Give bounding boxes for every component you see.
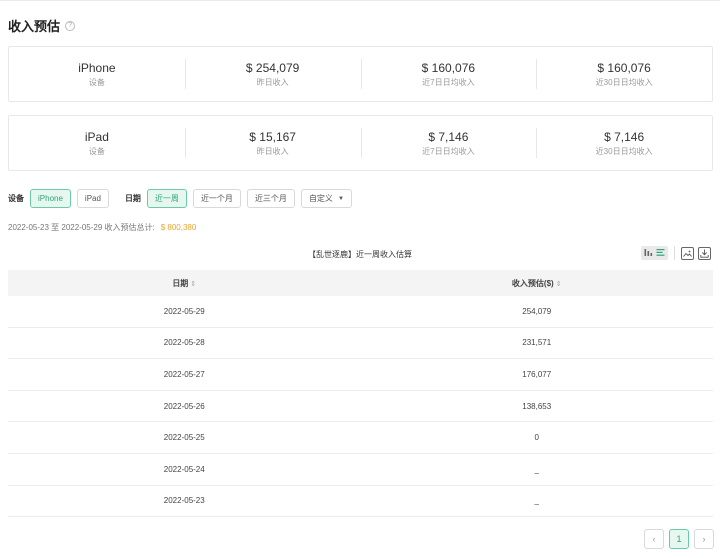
list-icon[interactable] <box>656 248 665 259</box>
stat-value: $ 7,146 <box>604 129 645 144</box>
summary-total: $ 800,380 <box>160 223 197 232</box>
cell-date: 2022-05-24 <box>163 464 205 474</box>
view-toggle <box>641 246 668 260</box>
cell-date: 2022-05-29 <box>163 306 205 316</box>
bar-chart-icon[interactable] <box>644 248 653 259</box>
table-row: 2022-05-25 0 <box>8 422 713 454</box>
device-name: iPad <box>84 129 109 144</box>
device-filter-iphone[interactable]: iPhone <box>30 189 71 208</box>
table-row: 2022-05-26 138,653 <box>8 391 713 423</box>
page-title: 收入预估 <box>8 19 61 34</box>
stat-30day: $ 160,076 近30日日均收入 <box>536 59 712 89</box>
column-header-date[interactable]: 日期 ⇕ <box>8 278 361 289</box>
help-icon[interactable]: ? <box>65 20 76 31</box>
device-filter-label: 设备 <box>8 194 24 203</box>
prev-page-button[interactable]: ‹ <box>644 529 664 549</box>
column-revenue-label: 收入预估($) <box>511 278 554 288</box>
stat-value: $ 160,076 <box>597 60 651 75</box>
page-button-current[interactable]: 1 <box>669 529 689 549</box>
cell-date: 2022-05-23 <box>163 496 205 506</box>
cell-revenue: _ <box>534 464 539 474</box>
stat-7day: $ 160,076 近7日日均收入 <box>360 59 537 89</box>
summary-text: 2022-05-23 至 2022-05-29 收入预估总计: <box>8 223 155 232</box>
stat-device: iPhone 设备 <box>9 59 185 89</box>
stat-label: 近30日日均收入 <box>595 77 653 87</box>
column-header-revenue[interactable]: 收入预估($) ⇕ <box>361 278 714 289</box>
stat-card-ipad: iPad 设备 $ 15,167 昨日收入 $ 7,146 近7日日均收入 $ … <box>8 115 713 171</box>
stat-label: 近7日日均收入 <box>422 146 475 156</box>
table-row: 2022-05-29 254,079 <box>8 296 713 328</box>
cell-date: 2022-05-26 <box>163 401 205 411</box>
cell-revenue: 0 <box>534 433 539 443</box>
custom-label: 自定义 <box>308 194 333 203</box>
sort-icon[interactable]: ⇕ <box>556 281 562 288</box>
device-name: iPhone <box>78 60 116 75</box>
device-label: 设备 <box>88 146 105 156</box>
cell-date: 2022-05-27 <box>163 369 205 379</box>
stat-label: 近30日日均收入 <box>595 146 653 156</box>
stat-yesterday: $ 254,079 昨日收入 <box>184 59 361 89</box>
range-filter-custom-dropdown[interactable]: 自定义 ▼ <box>300 189 352 208</box>
range-filter-quarter[interactable]: 近三个月 <box>246 189 295 208</box>
top-divider <box>0 0 720 1</box>
section-header: 收入预估 ? <box>8 16 76 35</box>
range-filter-week[interactable]: 近一周 <box>146 189 187 208</box>
table-row: 2022-05-27 176,077 <box>8 359 713 391</box>
stat-device: iPad 设备 <box>9 128 185 158</box>
cell-revenue: 231,571 <box>522 338 552 348</box>
stat-yesterday: $ 15,167 昨日收入 <box>184 128 361 158</box>
revenue-summary: 2022-05-23 至 2022-05-29 收入预估总计: $ 800,380 <box>8 222 196 233</box>
table-header: 日期 ⇕ 收入预估($) ⇕ <box>8 270 713 296</box>
stat-value: $ 15,167 <box>249 129 296 144</box>
table-body: 2022-05-29 254,079 2022-05-28 231,571 20… <box>8 296 713 518</box>
stat-label: 昨日收入 <box>256 146 289 156</box>
sort-icon[interactable]: ⇕ <box>190 281 196 288</box>
cell-date: 2022-05-28 <box>163 338 205 348</box>
table-title: 【乱世逐鹿】近一周收入估算 <box>308 250 412 259</box>
stat-value: $ 254,079 <box>245 60 300 75</box>
toolbar-divider <box>674 246 675 260</box>
table-row: 2022-05-24 _ <box>8 454 713 486</box>
chevron-down-icon: ▼ <box>337 195 344 202</box>
pagination: ‹ 1 › <box>644 529 714 549</box>
cell-revenue: 176,077 <box>522 369 552 379</box>
table-toolbar <box>641 246 715 260</box>
device-label: 设备 <box>88 77 105 87</box>
cell-revenue: 254,079 <box>522 306 552 316</box>
device-filter-ipad[interactable]: iPad <box>76 189 109 208</box>
cell-revenue: 138,653 <box>522 401 552 411</box>
download-icon[interactable] <box>698 246 711 260</box>
stat-card-iphone: iPhone 设备 $ 254,079 昨日收入 $ 160,076 近7日日均… <box>8 46 713 102</box>
stat-7day: $ 7,146 近7日日均收入 <box>360 128 537 158</box>
stat-value: $ 7,146 <box>428 129 469 144</box>
table-row: 2022-05-28 231,571 <box>8 328 713 360</box>
table-row: 2022-05-23 _ <box>8 486 713 518</box>
stat-value: $ 160,076 <box>421 60 476 75</box>
date-filter-label: 日期 <box>124 194 141 203</box>
next-page-button[interactable]: › <box>694 529 714 549</box>
image-download-icon[interactable] <box>681 246 694 260</box>
cell-revenue: _ <box>534 496 539 506</box>
stat-label: 昨日收入 <box>256 77 289 87</box>
column-date-label: 日期 <box>172 278 189 288</box>
range-filter-month[interactable]: 近一个月 <box>192 189 241 208</box>
stat-30day: $ 7,146 近30日日均收入 <box>536 128 712 158</box>
filter-bar: 设备 iPhone iPad 日期 近一周 近一个月 近三个月 自定义 ▼ <box>8 189 358 208</box>
cell-date: 2022-05-25 <box>163 433 205 443</box>
stat-label: 近7日日均收入 <box>422 77 475 87</box>
